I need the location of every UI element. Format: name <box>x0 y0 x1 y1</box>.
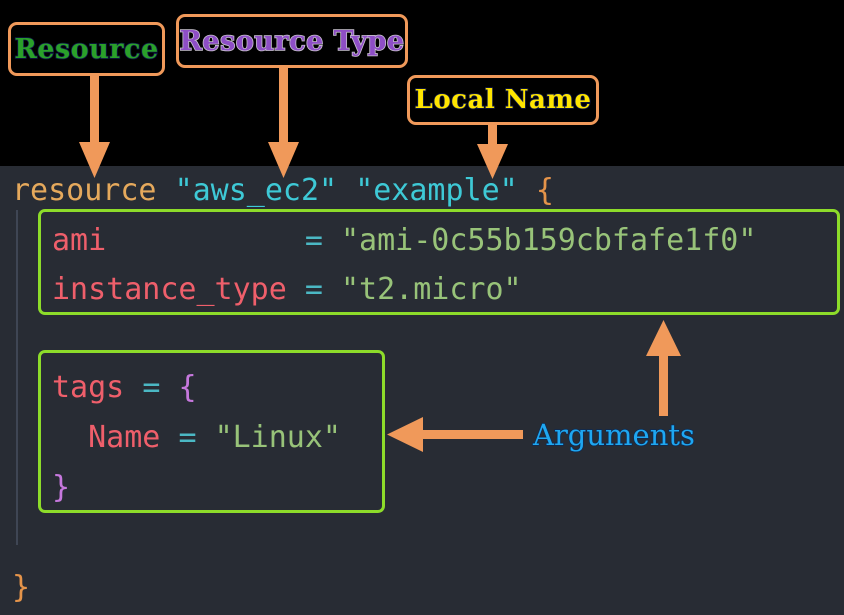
code-line-tags-open: tags = { <box>52 373 197 403</box>
token-attr-tags: tags <box>52 370 125 405</box>
token-tags-close-brace: } <box>52 470 71 505</box>
token-equals: = <box>178 420 197 455</box>
code-line-resource-header: resource "aws_ec2" "example" { <box>12 176 554 206</box>
code-line-close: } <box>12 573 30 603</box>
label-local-name-text: Local Name <box>414 84 592 116</box>
indent-guide <box>16 210 18 545</box>
token-value-name: "Linux" <box>214 420 341 455</box>
token-keyword-resource: resource <box>12 173 157 208</box>
token-value-ami: "ami-0c55b159cbfafe1f0" <box>341 223 757 258</box>
token-attr-instance-type: instance_type <box>52 272 287 307</box>
label-arguments: Arguments <box>532 417 695 452</box>
token-open-brace: { <box>535 173 554 208</box>
token-equals: = <box>142 370 161 405</box>
token-equals: = <box>304 272 323 307</box>
code-line-tags-close: } <box>52 473 70 503</box>
code-line-tags-name: Name = "Linux" <box>52 423 341 453</box>
token-attr-ami: ami <box>52 223 107 258</box>
label-resource-type: Resource Type <box>176 14 408 68</box>
token-equals: = <box>304 223 323 258</box>
label-resource-text: Resource <box>14 33 159 66</box>
label-arguments-text: Arguments <box>532 417 695 452</box>
token-resource-type: "aws_ec2" <box>174 173 338 208</box>
diagram-canvas: resource "aws_ec2" "example" { ami = "am… <box>0 0 844 615</box>
label-local-name: Local Name <box>407 75 599 125</box>
label-resource-type-text: Resource Type <box>179 25 405 58</box>
token-value-instance-type: "t2.micro" <box>341 272 522 307</box>
code-line-ami: ami = "ami-0c55b159cbfafe1f0" <box>52 226 756 256</box>
token-local-name: "example" <box>355 173 518 208</box>
label-resource: Resource <box>8 22 165 76</box>
code-line-instance-type: instance_type = "t2.micro" <box>52 275 522 305</box>
token-close-brace: } <box>12 570 31 605</box>
token-attr-name: Name <box>88 420 161 455</box>
token-tags-open-brace: { <box>178 370 197 405</box>
